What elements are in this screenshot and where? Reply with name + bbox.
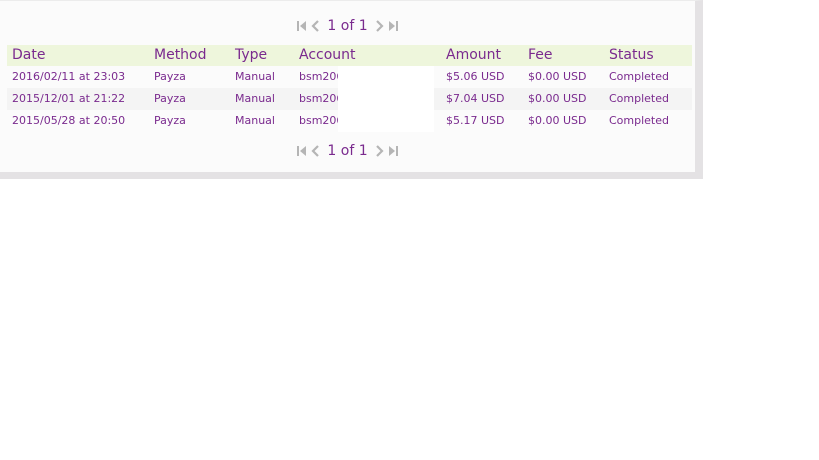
column-header-date[interactable]: Date [7, 45, 149, 66]
table-row: 2016/02/11 at 23:03 Payza Manual bsm206 … [7, 66, 692, 88]
next-page-icon[interactable] [374, 19, 385, 33]
cell-status: Completed [609, 70, 669, 83]
page-indicator: 1 of 1 [327, 143, 368, 159]
cell-type: Manual [235, 114, 275, 127]
redaction-overlay [338, 110, 434, 132]
column-header-type[interactable]: Type [230, 45, 294, 66]
page-indicator: 1 of 1 [327, 18, 368, 34]
table-row: 2015/05/28 at 20:50 Payza Manual bsm206 … [7, 110, 692, 132]
cell-date: 2015/05/28 at 20:50 [12, 114, 126, 127]
cell-amount: $7.04 USD [446, 92, 505, 105]
table-row: 2015/12/01 at 21:22 Payza Manual bsm206 … [7, 88, 692, 110]
redaction-overlay [338, 66, 434, 88]
account-text: bsm206 [299, 92, 344, 105]
first-page-icon[interactable] [296, 19, 307, 33]
cell-type: Manual [235, 70, 275, 83]
last-page-icon[interactable] [388, 19, 399, 33]
next-page-icon[interactable] [374, 144, 385, 158]
redaction-overlay [338, 88, 434, 110]
cell-account: bsm206 [294, 110, 441, 132]
cell-amount: $5.17 USD [446, 114, 505, 127]
cell-method: Payza [154, 114, 186, 127]
account-text: bsm206 [299, 70, 344, 83]
cell-fee: $0.00 USD [528, 114, 587, 127]
cell-method: Payza [154, 70, 186, 83]
pagination-top: 1 of 1 [0, 16, 695, 36]
table-header-row: Date Method Type Account Amount Fee Stat… [7, 45, 692, 66]
cell-fee: $0.00 USD [528, 70, 587, 83]
previous-page-icon[interactable] [310, 144, 321, 158]
cell-account: bsm206 [294, 66, 441, 88]
cell-fee: $0.00 USD [528, 92, 587, 105]
last-page-icon[interactable] [388, 144, 399, 158]
pagination-bottom: 1 of 1 [0, 141, 695, 161]
first-page-icon[interactable] [296, 144, 307, 158]
cell-amount: $5.06 USD [446, 70, 505, 83]
column-header-status[interactable]: Status [604, 45, 692, 66]
cell-date: 2016/02/11 at 23:03 [12, 70, 126, 83]
column-header-account[interactable]: Account [294, 45, 441, 66]
transactions-table: Date Method Type Account Amount Fee Stat… [7, 45, 692, 132]
cell-date: 2015/12/01 at 21:22 [12, 92, 126, 105]
cell-account: bsm206 [294, 88, 441, 110]
cell-status: Completed [609, 114, 669, 127]
account-text: bsm206 [299, 114, 344, 127]
column-header-fee[interactable]: Fee [523, 45, 604, 66]
cell-method: Payza [154, 92, 186, 105]
column-header-amount[interactable]: Amount [441, 45, 523, 66]
withdrawal-history-panel: 1 of 1 Date Method Type Account Amount F… [0, 0, 703, 179]
cell-type: Manual [235, 92, 275, 105]
cell-status: Completed [609, 92, 669, 105]
previous-page-icon[interactable] [310, 19, 321, 33]
column-header-method[interactable]: Method [149, 45, 230, 66]
